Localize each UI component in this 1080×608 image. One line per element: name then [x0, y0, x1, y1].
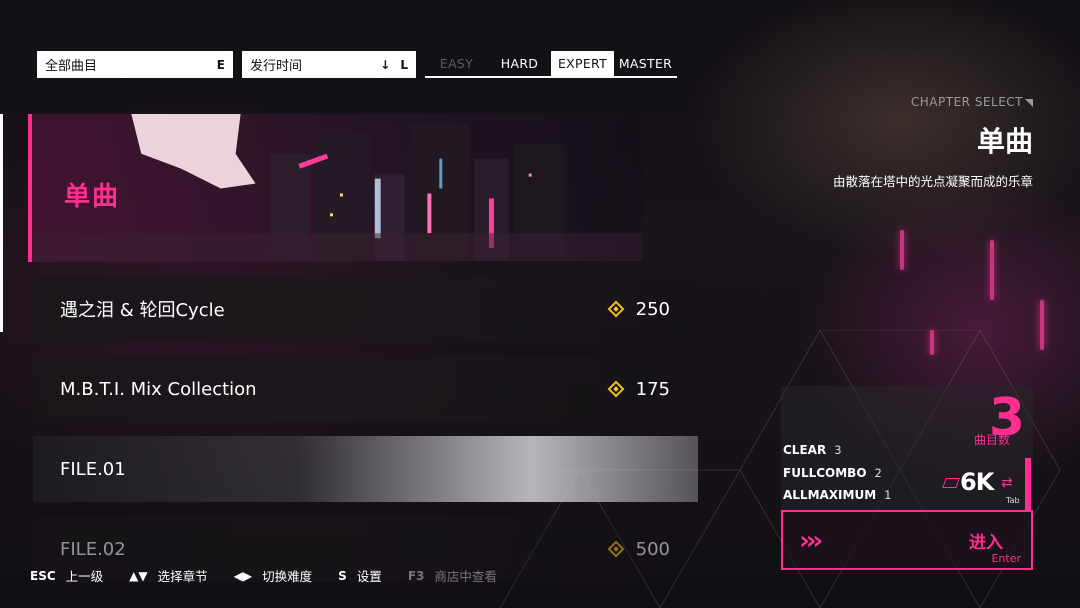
hint-key: F3	[407, 568, 425, 583]
category-filter-key: E	[216, 57, 225, 72]
enter-label: 进入	[969, 533, 1003, 553]
tab-expert[interactable]: EXPERT	[551, 51, 614, 76]
sort-filter-label: 发行时间	[250, 59, 303, 74]
stat-label: CLEAR	[783, 443, 827, 457]
neon-light	[900, 230, 904, 270]
stat-clear: CLEAR 3	[783, 443, 842, 457]
hint-label: 选择章节	[157, 569, 208, 584]
diamond-icon	[607, 380, 625, 398]
chapter-banner[interactable]: 单曲	[28, 114, 642, 262]
chevrons-right-icon: ›››	[799, 526, 823, 556]
song-title: 遇之泪 & 轮回Cycle	[60, 300, 225, 321]
song-rating: 175	[607, 378, 670, 400]
category-filter[interactable]: 全部曲目 E	[37, 51, 233, 78]
key-mode-shortcut: Tab	[1006, 496, 1020, 505]
stat-label: FULLCOMBO	[783, 466, 867, 480]
stat-value: 3	[834, 443, 842, 457]
song-title: FILE.02	[60, 538, 126, 560]
hint-select-chapter[interactable]: ▲▼ 选择章节	[129, 566, 207, 585]
hint-key: ▲▼	[129, 568, 148, 583]
song-row[interactable]: FILE.01	[33, 436, 698, 502]
chapter-select-label: CHAPTER SELECT	[911, 95, 1033, 109]
corner-icon	[1025, 99, 1033, 107]
song-rating-value: 500	[635, 538, 670, 560]
song-row[interactable]: 遇之泪 & 轮回Cycle 250	[33, 276, 698, 342]
stat-allmaximum: ALLMAXIMUM 1	[783, 488, 891, 502]
stat-fullcombo: FULLCOMBO 2	[783, 466, 882, 480]
stat-label: ALLMAXIMUM	[783, 488, 877, 502]
sort-filter[interactable]: 发行时间 ↓ L	[242, 51, 416, 78]
hint-label: 切换难度	[262, 569, 313, 584]
swap-icon: ⇄	[1001, 475, 1013, 491]
chapter-name: 单曲	[976, 125, 1033, 158]
neon-light	[1040, 300, 1044, 350]
enter-shortcut: Enter	[991, 552, 1021, 565]
song-title: M.B.T.I. Mix Collection	[60, 378, 257, 400]
sort-filter-key: L	[400, 57, 408, 72]
tab-master[interactable]: MASTER	[614, 51, 677, 76]
diamond-icon	[607, 540, 625, 558]
hint-label: 商店中查看	[434, 569, 497, 584]
tab-hard[interactable]: HARD	[488, 51, 551, 76]
song-rating-value: 250	[635, 298, 670, 320]
hint-label: 设置	[356, 569, 382, 584]
hint-label: 上一级	[65, 569, 104, 584]
song-rating: 250	[607, 298, 670, 320]
sort-direction-icon: ↓	[380, 57, 391, 72]
neon-light	[930, 330, 934, 355]
chapter-title: 单曲	[64, 182, 121, 212]
stat-value: 1	[884, 488, 892, 502]
hint-settings[interactable]: S 设置	[338, 566, 382, 585]
hint-view-in-store[interactable]: F3 商店中查看	[408, 566, 497, 585]
song-rating: 500	[607, 538, 670, 560]
hint-key: ESC	[30, 568, 56, 583]
chapter-select-text: CHAPTER SELECT	[910, 95, 1023, 109]
diamond-icon	[607, 300, 625, 318]
song-count: 3	[988, 388, 1025, 448]
neon-light	[990, 240, 994, 300]
key-mode-indicator	[1025, 458, 1031, 510]
hint-key: ◀▶	[233, 568, 253, 583]
song-rating-value: 175	[635, 378, 670, 400]
category-filter-label: 全部曲目	[45, 59, 98, 74]
stat-value: 2	[874, 466, 882, 480]
tab-easy[interactable]: EASY	[425, 51, 488, 76]
key-mode-button[interactable]: 6K	[960, 468, 994, 496]
keyboard-hints: ESC 上一级 ▲▼ 选择章节 ◀▶ 切换难度 S 设置 F3 商店中查看	[30, 566, 523, 585]
song-row[interactable]: M.B.T.I. Mix Collection 175	[33, 356, 698, 422]
hint-key: S	[338, 568, 347, 583]
enter-button[interactable]: ››› 进入 Enter	[781, 510, 1033, 570]
chapter-description: 由散落在塔中的光点凝聚而成的乐章	[832, 174, 1033, 189]
hint-back[interactable]: ESC 上一级	[30, 566, 103, 585]
difficulty-tabs: EASY HARD EXPERT MASTER	[425, 51, 677, 78]
hint-switch-difficulty[interactable]: ◀▶ 切换难度	[234, 566, 312, 585]
chapter-artwork	[32, 114, 642, 262]
song-title: FILE.01	[60, 458, 126, 480]
chapter-list-indicator	[0, 114, 3, 332]
